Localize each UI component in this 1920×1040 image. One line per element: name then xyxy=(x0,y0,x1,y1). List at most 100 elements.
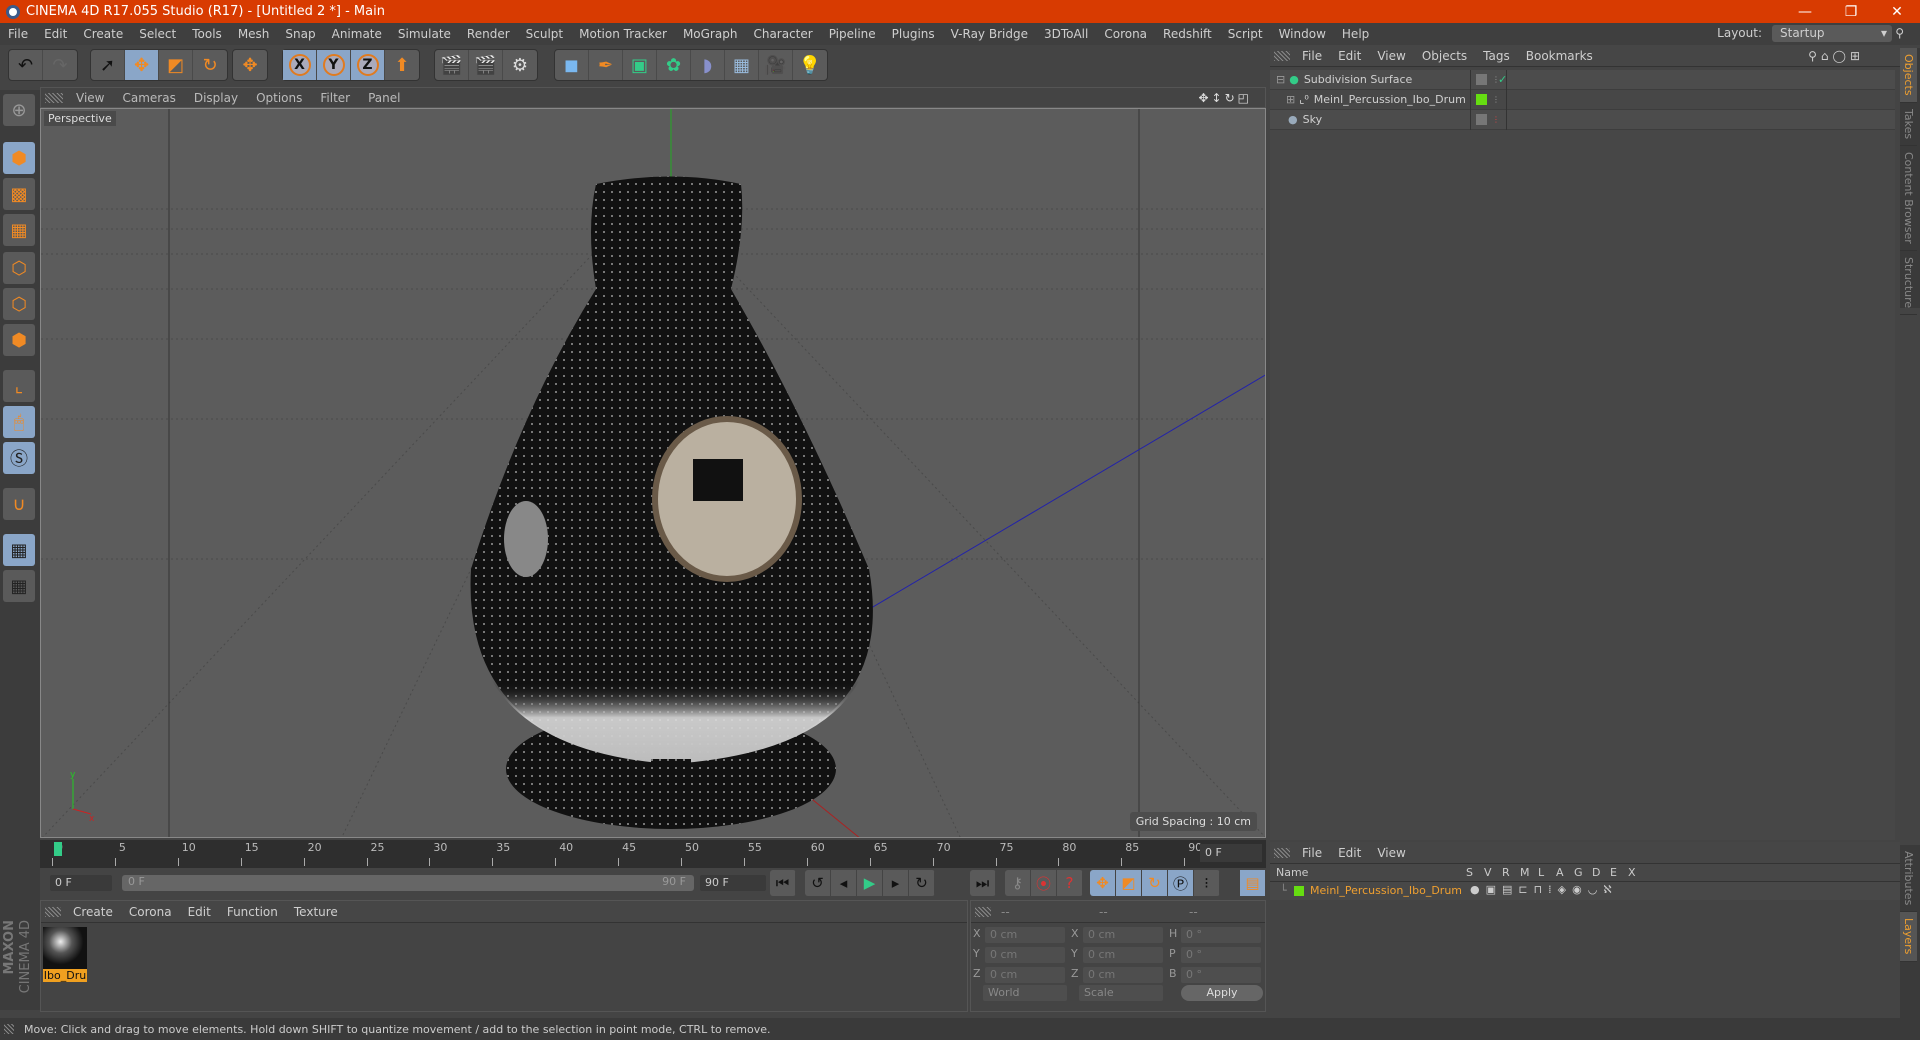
layer-column-e[interactable]: E xyxy=(1610,866,1617,879)
layer-color-swatch[interactable] xyxy=(1476,94,1487,105)
keyframe-selection-icon[interactable]: ⚷ xyxy=(1005,870,1031,896)
pen-spline-icon[interactable]: ✒ xyxy=(589,50,623,80)
render-settings-icon[interactable]: ⚙ xyxy=(503,50,537,80)
key-rotation-icon[interactable]: ↻ xyxy=(1142,870,1168,896)
menu-character[interactable]: Character xyxy=(745,27,820,41)
layer-column-x[interactable]: X xyxy=(1628,866,1636,879)
viewport-menu-options[interactable]: Options xyxy=(247,91,311,105)
viewport-menu-view[interactable]: View xyxy=(67,91,113,105)
subdivision-surface-icon[interactable]: ▣ xyxy=(623,50,657,80)
search-icon[interactable]: ⚲ xyxy=(1887,26,1912,40)
layer-column-l[interactable]: L xyxy=(1538,866,1544,879)
undo-icon[interactable]: ↶ xyxy=(9,50,43,80)
om-menu-edit[interactable]: Edit xyxy=(1330,49,1369,63)
mat-menu-function[interactable]: Function xyxy=(219,905,286,919)
material-swatch[interactable]: Ibo_Dru xyxy=(43,927,87,983)
close-button[interactable]: ✕ xyxy=(1874,0,1920,23)
tab-structure[interactable]: Structure xyxy=(1900,251,1917,315)
layer-swatch[interactable] xyxy=(1476,114,1487,125)
menu-mograph[interactable]: MoGraph xyxy=(675,27,746,41)
timeline-ruler[interactable]: 051015202530354045505560657075808590 0 F xyxy=(40,840,1266,868)
om-menu-bookmarks[interactable]: Bookmarks xyxy=(1518,49,1601,63)
viewport-perspective[interactable]: y x Perspective Grid Spacing : 10 cm xyxy=(40,108,1266,838)
tab-layers[interactable]: Layers xyxy=(1900,912,1917,962)
previous-keyframe-icon[interactable]: ↺ xyxy=(805,870,831,896)
tweak-mode-icon[interactable]: 🖱 xyxy=(3,406,35,438)
layer-menu-view[interactable]: View xyxy=(1369,846,1413,860)
viewport-nav-icons[interactable]: ✥↕↻◰ xyxy=(1189,91,1261,105)
next-frame-icon[interactable]: ▸ xyxy=(883,870,909,896)
viewport-menu-panel[interactable]: Panel xyxy=(359,91,409,105)
previous-frame-icon[interactable]: ◂ xyxy=(831,870,857,896)
transform-tool-icon[interactable]: ✥ xyxy=(233,50,267,80)
render-picture-viewer-icon[interactable]: 🎬 xyxy=(469,50,503,80)
menu-sculpt[interactable]: Sculpt xyxy=(518,27,571,41)
apply-button[interactable]: Apply xyxy=(1181,985,1263,1001)
render-view-icon[interactable]: 🎬 xyxy=(435,50,469,80)
go-to-end-icon[interactable]: ⏭ xyxy=(970,870,996,896)
texture-mode-icon[interactable]: ▩ xyxy=(3,178,35,210)
menu-plugins[interactable]: Plugins xyxy=(884,27,943,41)
timeline-icon[interactable]: ▤ xyxy=(1240,870,1266,896)
lock-workplane-icon[interactable]: ▦ xyxy=(3,534,35,566)
menu-file[interactable]: File xyxy=(0,27,36,41)
restore-button[interactable]: ❐ xyxy=(1828,0,1874,23)
menu-animate[interactable]: Animate xyxy=(324,27,390,41)
layer-swatch[interactable] xyxy=(1476,74,1487,85)
magnet-icon[interactable]: ∪ xyxy=(3,488,35,520)
rotate-tool-icon[interactable]: ↻ xyxy=(193,50,227,80)
go-to-start-icon[interactable]: ⏮ xyxy=(770,870,796,896)
minimize-button[interactable]: — xyxy=(1782,0,1828,23)
mat-menu-texture[interactable]: Texture xyxy=(286,905,346,919)
object-row[interactable]: ● Sky ⋮ xyxy=(1270,109,1895,130)
panel-grip-icon[interactable] xyxy=(45,906,61,917)
layer-column-g[interactable]: G xyxy=(1574,866,1583,879)
panel-grip-icon[interactable] xyxy=(45,92,63,103)
panel-grip-icon[interactable] xyxy=(975,906,991,917)
om-menu-file[interactable]: File xyxy=(1294,49,1330,63)
key-scale-icon[interactable]: ◩ xyxy=(1116,870,1142,896)
coordinate-mode-select[interactable]: World xyxy=(983,985,1067,1001)
layer-column-m[interactable]: M xyxy=(1520,866,1530,879)
planar-workplane-icon[interactable]: ▦ xyxy=(3,570,35,602)
menu-script[interactable]: Script xyxy=(1220,27,1271,41)
menu-edit[interactable]: Edit xyxy=(36,27,75,41)
layer-menu-file[interactable]: File xyxy=(1294,846,1330,860)
coordinate-field[interactable]: 0 cm xyxy=(985,967,1065,983)
layer-column-r[interactable]: R xyxy=(1502,866,1510,879)
playhead[interactable] xyxy=(54,842,62,856)
layout-select[interactable]: Startup xyxy=(1772,25,1892,42)
key-position-icon[interactable]: ✥ xyxy=(1090,870,1116,896)
model-mode-icon[interactable]: ⬢ xyxy=(3,142,35,174)
floor-icon[interactable]: ▦ xyxy=(725,50,759,80)
points-mode-icon[interactable]: ⬡ xyxy=(3,252,35,284)
menu-render[interactable]: Render xyxy=(459,27,518,41)
panel-grip-icon[interactable] xyxy=(1274,847,1290,858)
tab-objects[interactable]: Objects xyxy=(1900,48,1917,103)
menu-tools[interactable]: Tools xyxy=(184,27,230,41)
edges-mode-icon[interactable]: ⬡ xyxy=(3,288,35,320)
autokey-icon[interactable]: ? xyxy=(1057,870,1083,896)
x-axis-icon[interactable]: X xyxy=(283,50,317,80)
layer-row[interactable]: └ Meinl_Percussion_Ibo_Drum ●▣▤⊏⊓⁞◈◉◡ℵ xyxy=(1270,882,1900,900)
viewport-menu-display[interactable]: Display xyxy=(185,91,247,105)
tab-takes[interactable]: Takes xyxy=(1900,103,1917,146)
menu-corona[interactable]: Corona xyxy=(1096,27,1155,41)
layer-toggle-icons[interactable]: ●▣▤⊏⊓⁞◈◉◡ℵ xyxy=(1470,883,1618,896)
frame-range-slider[interactable]: 0 F 90 F xyxy=(122,875,694,891)
om-toolbar-icons[interactable]: ⚲⌂◯⊞ xyxy=(1800,49,1872,63)
menu-pipeline[interactable]: Pipeline xyxy=(821,27,884,41)
workplane-icon[interactable]: ⊕ xyxy=(3,94,35,126)
record-icon[interactable]: ⦿ xyxy=(1031,870,1057,896)
mat-menu-corona[interactable]: Corona xyxy=(121,905,180,919)
menu-mesh[interactable]: Mesh xyxy=(230,27,278,41)
coordinate-field[interactable]: 0 cm xyxy=(1083,927,1163,943)
layer-column-v[interactable]: V xyxy=(1484,866,1492,879)
menu-help[interactable]: Help xyxy=(1334,27,1377,41)
coordinate-field[interactable]: 0 ° xyxy=(1181,947,1261,963)
tab-attributes[interactable]: Attributes xyxy=(1900,845,1917,913)
tab-content-browser[interactable]: Content Browser xyxy=(1900,146,1917,251)
menu-vray-bridge[interactable]: V-Ray Bridge xyxy=(943,27,1036,41)
menu-3dtoall[interactable]: 3DToAll xyxy=(1036,27,1096,41)
cloner-icon[interactable]: ✿ xyxy=(657,50,691,80)
